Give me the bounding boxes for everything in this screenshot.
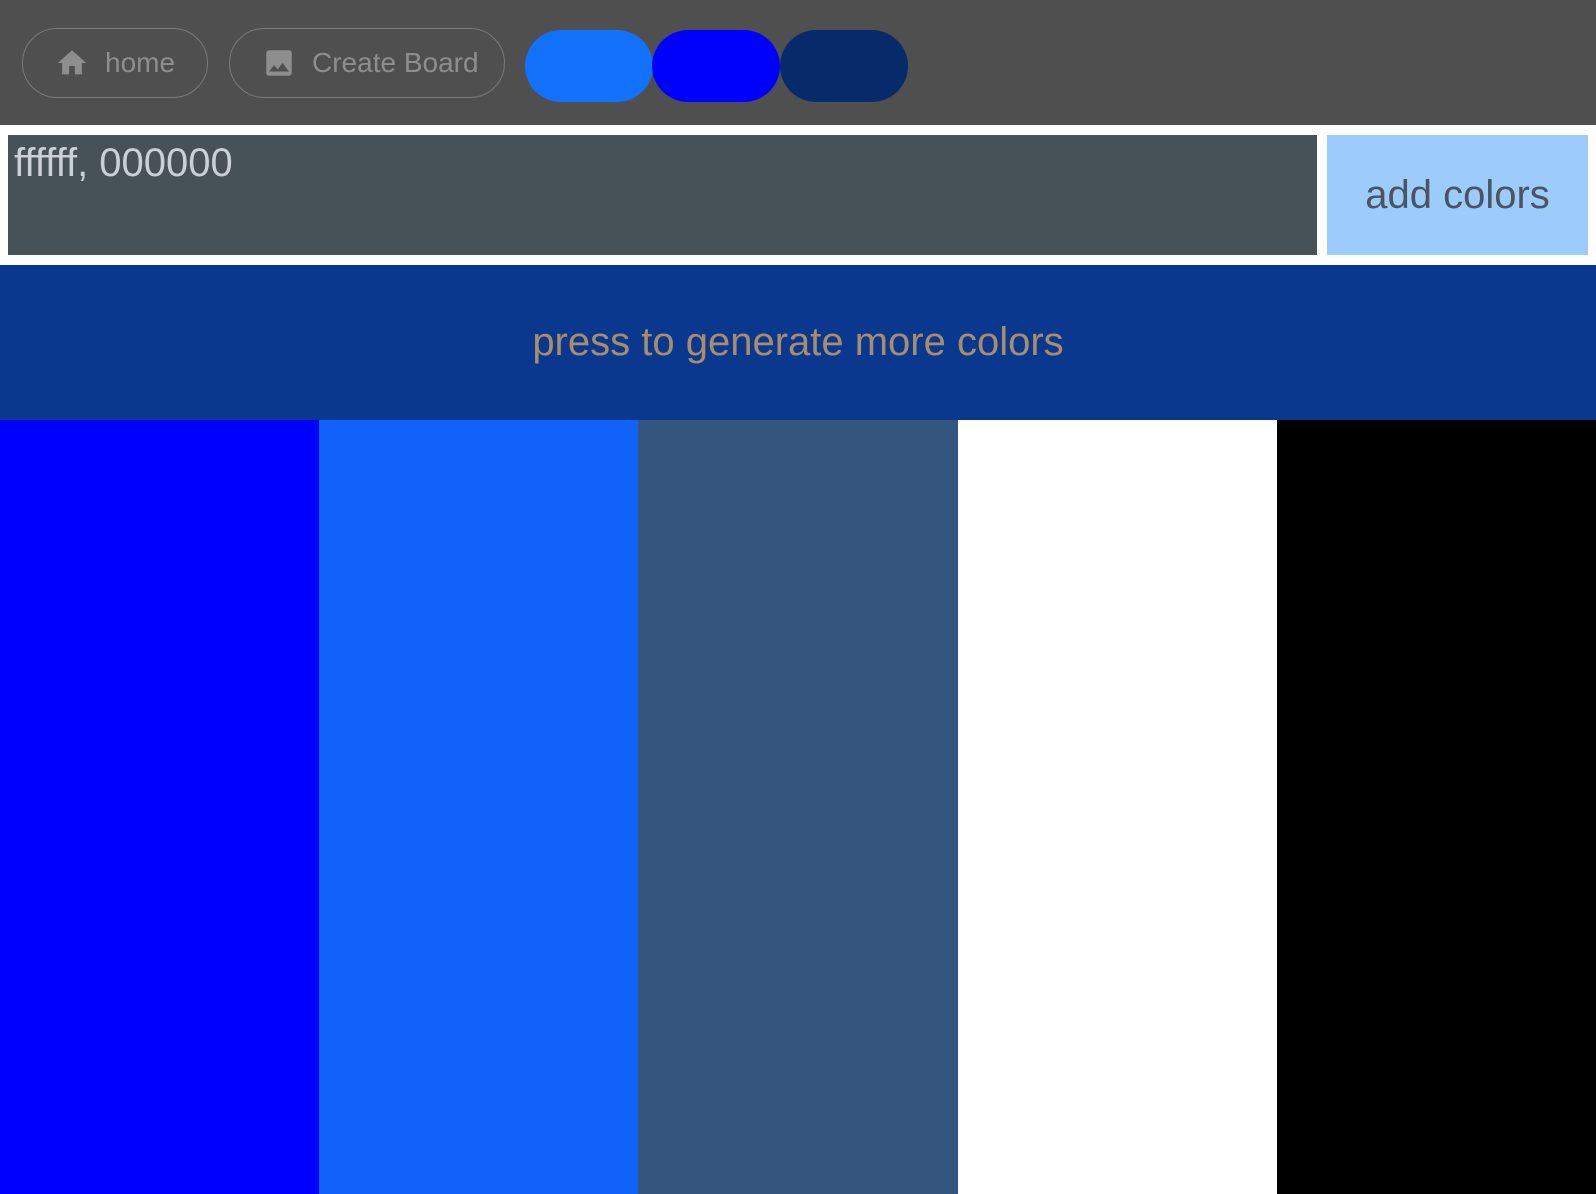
- color-swatch[interactable]: [0, 420, 320, 1194]
- home-button-label: home: [105, 47, 176, 78]
- create-board-button[interactable]: Create Board: [229, 28, 505, 98]
- palette-pill[interactable]: [525, 30, 653, 102]
- color-swatch[interactable]: [957, 420, 1277, 1194]
- image-icon: [266, 50, 292, 76]
- home-button[interactable]: home: [22, 28, 208, 98]
- palette-pill[interactable]: [780, 30, 908, 102]
- generate-colors-button[interactable]: press to generate more colors: [0, 265, 1596, 420]
- color-swatch[interactable]: [1276, 420, 1596, 1194]
- generate-colors-label: press to generate more colors: [532, 320, 1064, 364]
- color-swatch[interactable]: [319, 420, 639, 1194]
- top-navigation-bar: home Create Board: [0, 0, 1596, 125]
- color-input-row: ffffff, 000000 add colors: [0, 125, 1596, 265]
- palette-pill[interactable]: [652, 30, 780, 102]
- add-colors-button[interactable]: add colors: [1327, 135, 1588, 255]
- create-board-button-label: Create Board: [312, 47, 479, 78]
- color-input[interactable]: ffffff, 000000: [8, 135, 1317, 255]
- color-swatches: [0, 420, 1596, 1194]
- color-swatch[interactable]: [638, 420, 958, 1194]
- home-icon: [57, 50, 87, 75]
